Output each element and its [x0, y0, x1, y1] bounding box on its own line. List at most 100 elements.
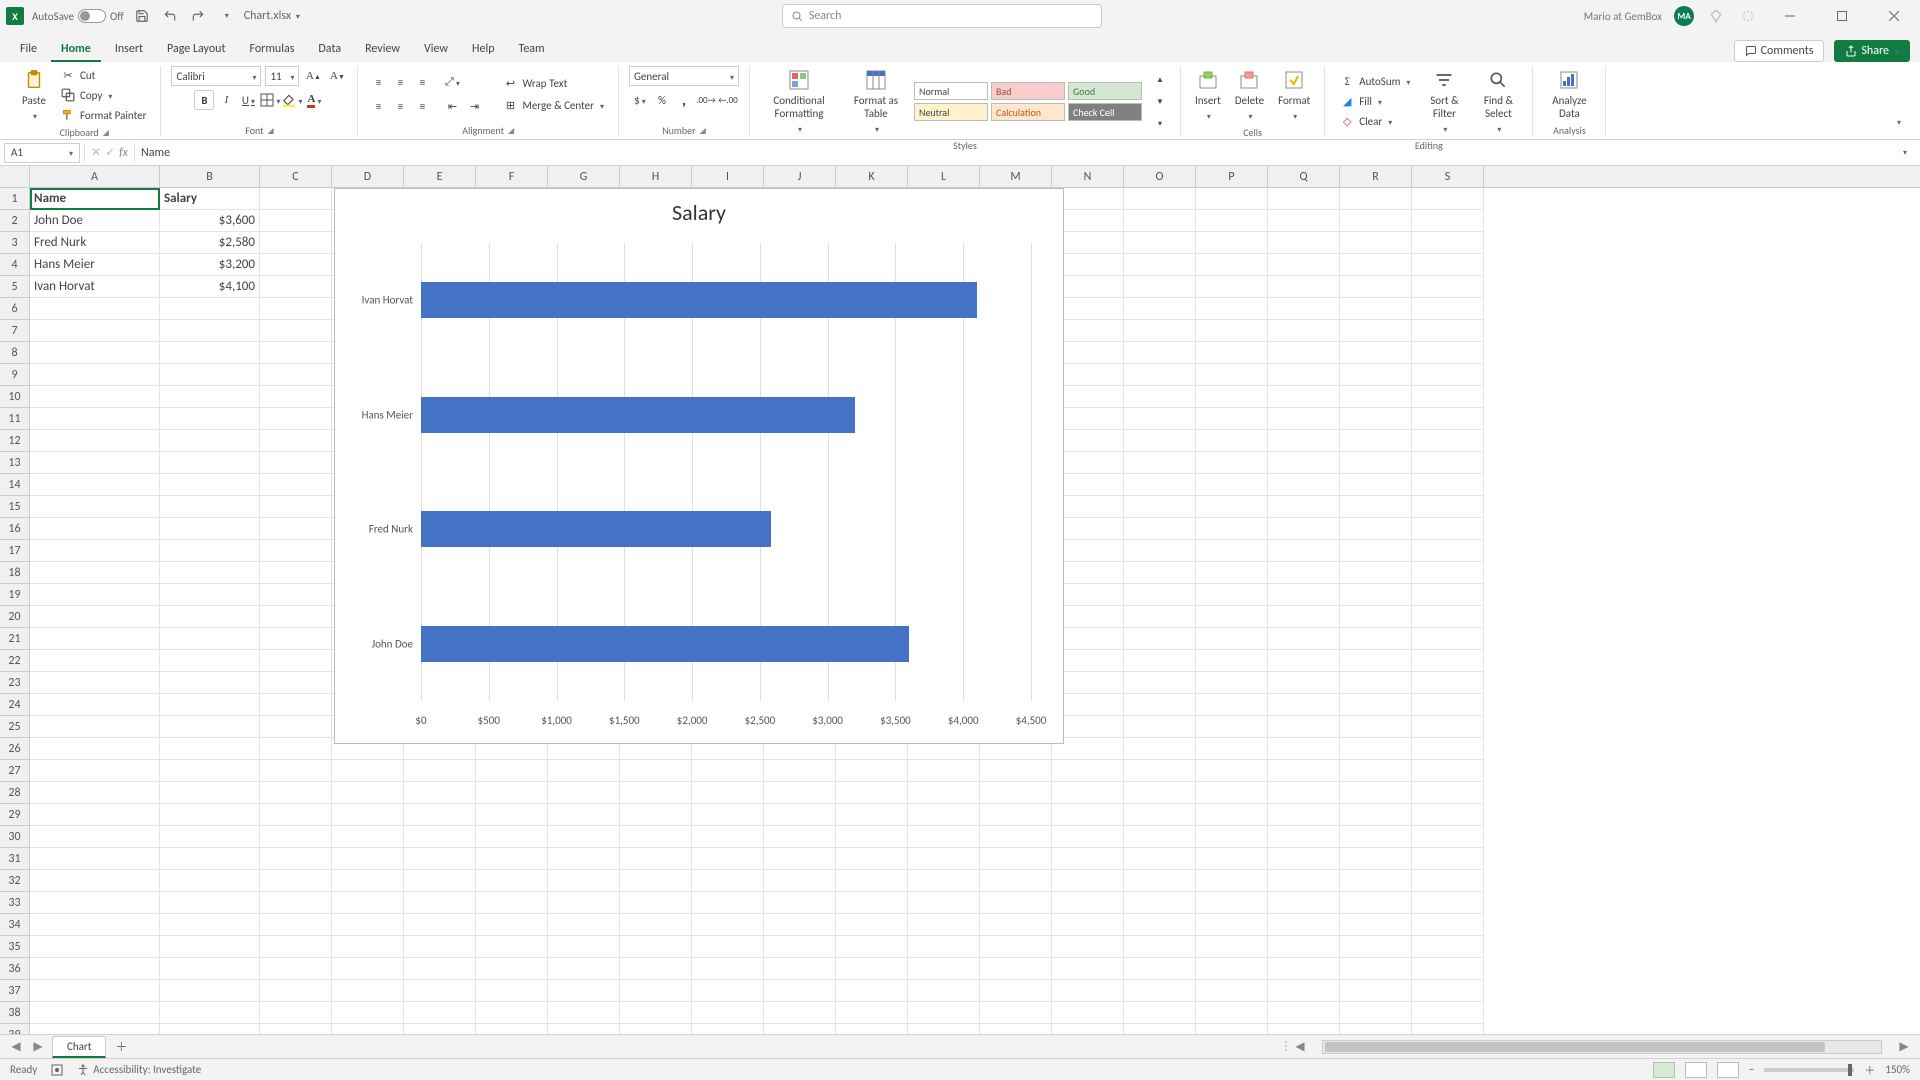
cell[interactable] — [1268, 760, 1340, 782]
cell[interactable] — [160, 650, 260, 672]
cell[interactable] — [1196, 584, 1268, 606]
cell[interactable] — [30, 430, 160, 452]
cell[interactable] — [260, 716, 332, 738]
cell[interactable] — [1196, 232, 1268, 254]
increase-font-icon[interactable]: A▲ — [303, 66, 323, 86]
sort-filter-button[interactable]: Sort & Filter — [1420, 66, 1468, 137]
cell[interactable] — [332, 892, 404, 914]
cell[interactable] — [1412, 254, 1484, 276]
cell[interactable] — [1268, 782, 1340, 804]
cell[interactable] — [404, 870, 476, 892]
cell[interactable] — [1124, 232, 1196, 254]
cell[interactable] — [1412, 540, 1484, 562]
cell[interactable] — [160, 386, 260, 408]
cell[interactable] — [332, 760, 404, 782]
cell[interactable] — [1340, 694, 1412, 716]
cell[interactable]: John Doe — [30, 210, 160, 232]
cell[interactable] — [476, 980, 548, 1002]
cell[interactable]: Hans Meier — [30, 254, 160, 276]
cell[interactable] — [1196, 496, 1268, 518]
cell[interactable] — [548, 980, 620, 1002]
row-header[interactable]: 10 — [0, 386, 29, 408]
cell[interactable] — [1412, 210, 1484, 232]
cell[interactable] — [1124, 408, 1196, 430]
column-header[interactable]: S — [1412, 166, 1484, 187]
cell[interactable] — [1196, 760, 1268, 782]
cell[interactable] — [1124, 650, 1196, 672]
cell[interactable] — [160, 892, 260, 914]
cell[interactable] — [980, 870, 1052, 892]
cell[interactable] — [1268, 672, 1340, 694]
search-input[interactable]: Search — [782, 4, 1102, 28]
cell[interactable] — [1268, 298, 1340, 320]
cell[interactable] — [1268, 738, 1340, 760]
cell[interactable] — [332, 1002, 404, 1024]
cell[interactable] — [836, 892, 908, 914]
cell[interactable] — [1124, 364, 1196, 386]
cell[interactable] — [476, 914, 548, 936]
cell[interactable] — [404, 892, 476, 914]
align-center-icon[interactable]: ≡ — [390, 96, 410, 116]
orientation-icon[interactable]: ⤢ — [442, 72, 462, 92]
cell[interactable] — [260, 606, 332, 628]
cell[interactable] — [1340, 232, 1412, 254]
maximize-button[interactable] — [1822, 2, 1862, 30]
cell[interactable]: Ivan Horvat — [30, 276, 160, 298]
cell[interactable] — [1124, 672, 1196, 694]
cell[interactable] — [1124, 628, 1196, 650]
cell[interactable] — [1124, 716, 1196, 738]
cell[interactable] — [160, 606, 260, 628]
cell[interactable] — [260, 430, 332, 452]
cell[interactable] — [836, 870, 908, 892]
cell[interactable] — [1412, 980, 1484, 1002]
cell[interactable] — [764, 804, 836, 826]
cell[interactable] — [476, 936, 548, 958]
cell[interactable] — [692, 760, 764, 782]
row-header[interactable]: 9 — [0, 364, 29, 386]
cell[interactable] — [836, 782, 908, 804]
cell[interactable] — [1412, 738, 1484, 760]
borders-button[interactable] — [260, 90, 280, 110]
row-header[interactable]: 15 — [0, 496, 29, 518]
format-as-table-button[interactable]: Format as Table — [844, 66, 908, 137]
cell[interactable] — [1340, 474, 1412, 496]
tab-formulas[interactable]: Formulas — [239, 36, 304, 62]
cell[interactable] — [260, 298, 332, 320]
cell[interactable] — [1196, 210, 1268, 232]
cell[interactable] — [1196, 188, 1268, 210]
cell[interactable] — [260, 518, 332, 540]
cell[interactable] — [1268, 540, 1340, 562]
cell[interactable] — [476, 804, 548, 826]
column-header[interactable]: E — [404, 166, 476, 187]
cell[interactable] — [908, 892, 980, 914]
cell[interactable] — [30, 782, 160, 804]
cell[interactable] — [1196, 430, 1268, 452]
formula-input[interactable]: Name — [135, 143, 1894, 163]
cell[interactable] — [548, 1024, 620, 1034]
cell[interactable] — [1268, 1002, 1340, 1024]
enter-formula-icon[interactable]: ✓ — [105, 145, 115, 160]
tab-insert[interactable]: Insert — [105, 36, 153, 62]
cell[interactable] — [1412, 606, 1484, 628]
cell[interactable] — [160, 518, 260, 540]
cell[interactable] — [1412, 870, 1484, 892]
cell[interactable] — [1052, 760, 1124, 782]
cell[interactable] — [1124, 826, 1196, 848]
cell[interactable] — [30, 474, 160, 496]
cell[interactable] — [1340, 210, 1412, 232]
decrease-font-icon[interactable]: A▼ — [327, 66, 347, 86]
cell[interactable] — [30, 606, 160, 628]
cell[interactable] — [980, 1002, 1052, 1024]
cell[interactable] — [1340, 188, 1412, 210]
cell[interactable] — [404, 1024, 476, 1034]
cell[interactable] — [1052, 914, 1124, 936]
cell[interactable] — [260, 804, 332, 826]
cell[interactable] — [692, 782, 764, 804]
cell[interactable] — [1340, 540, 1412, 562]
cell[interactable] — [1268, 430, 1340, 452]
tab-help[interactable]: Help — [462, 36, 505, 62]
cell[interactable] — [548, 804, 620, 826]
fill-color-button[interactable] — [282, 90, 302, 110]
cell[interactable] — [836, 936, 908, 958]
zoom-in-icon[interactable]: ＋ — [1864, 1062, 1875, 1078]
